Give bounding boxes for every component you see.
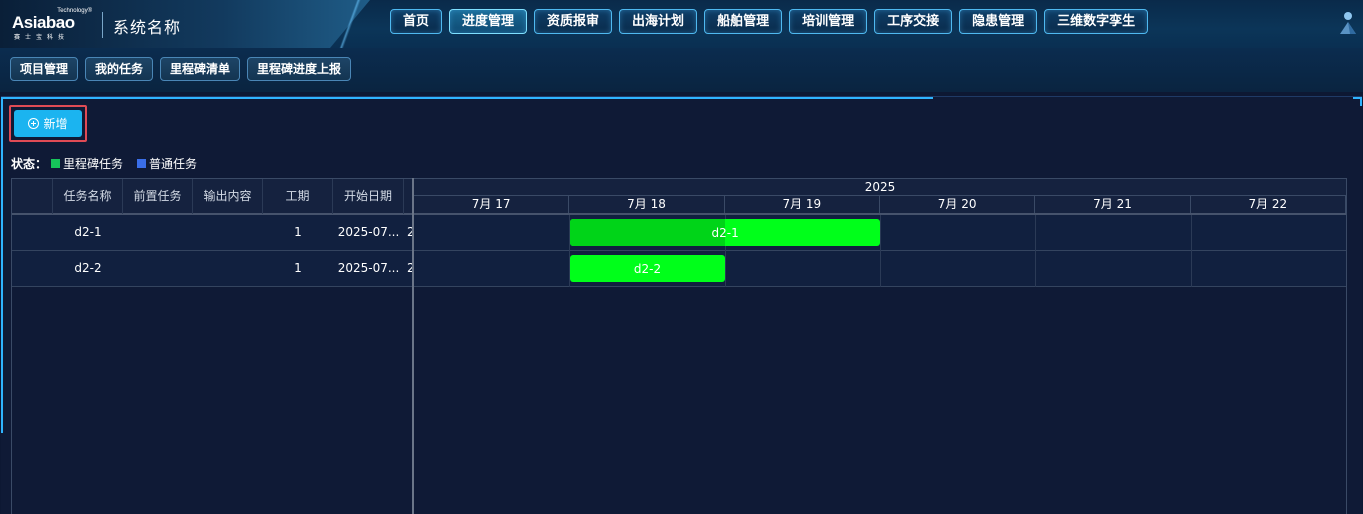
row-start: 2025-07... [337, 225, 400, 239]
timeline-gridline [1190, 215, 1192, 287]
row-predecessor [123, 215, 193, 250]
add-button-label: 新增 [43, 117, 68, 131]
panel-corner-tr [1353, 97, 1362, 106]
nav-progress[interactable]: 进度管理 [449, 9, 528, 34]
table-row[interactable]: d2-1 1 2025-07... 2 [12, 215, 414, 251]
timeline-day-header: 7月 18 [569, 196, 725, 213]
subnav-project[interactable]: 项目管理 [10, 57, 79, 81]
nav-training[interactable]: 培训管理 [789, 9, 868, 34]
plus-circle-icon [28, 118, 40, 129]
timeline-day-header: 7月 20 [880, 196, 1036, 213]
gantt-task-bar[interactable]: d2-2 [570, 255, 725, 282]
grid-header-start[interactable]: 开始日期 [333, 179, 404, 214]
timeline-day-header: 7月 19 [725, 196, 880, 213]
logo-sub-text: 赛士宝科技 [14, 34, 70, 41]
row-start: 2025-07... [337, 261, 400, 275]
nav-sea-plan[interactable]: 出海计划 [619, 9, 698, 34]
grid-header-duration[interactable]: 工期 [263, 179, 333, 214]
timeline-day-header: 7月 22 [1191, 196, 1346, 213]
gantt-task-progress [570, 219, 726, 246]
table-row[interactable]: d2-2 1 2025-07... 2 [12, 251, 414, 287]
row-duration: 1 [294, 261, 302, 275]
status-legend: 状态： 里程碑任务 普通任务 [11, 155, 211, 172]
row-output [193, 251, 263, 286]
system-name: 系统名称 [113, 18, 182, 37]
grid-header: 任务名称 前置任务 输出内容 工期 开始日期 [12, 178, 414, 215]
main-nav: 首页 进度管理 资质报审 出海计划 船舶管理 培训管理 工序交接 隐患管理 三维… [390, 9, 1149, 35]
milestone-swatch [51, 159, 61, 168]
subnav-milestones[interactable]: 里程碑清单 [160, 57, 241, 81]
legend-item-normal: 普通任务 [137, 155, 197, 172]
timeline-right-border [1346, 178, 1347, 514]
nav-digital-twin[interactable]: 三维数字孪生 [1044, 9, 1149, 34]
nav-handover[interactable]: 工序交接 [874, 9, 953, 34]
sub-nav: 项目管理 我的任务 里程碑清单 里程碑进度上报 [10, 57, 352, 81]
timeline-days: 7月 17 7月 18 7月 19 7月 20 7月 21 7月 22 [414, 196, 1346, 215]
user-avatar-icon[interactable] [1338, 10, 1358, 36]
row-duration: 1 [294, 225, 302, 239]
header-divider [102, 12, 103, 38]
timeline-gridline [1035, 215, 1037, 287]
gantt-task-label: d2-2 [633, 261, 662, 276]
nav-hazard[interactable]: 隐患管理 [959, 9, 1038, 34]
nav-qualification[interactable]: 资质报审 [534, 9, 613, 34]
subnav-my-tasks[interactable]: 我的任务 [85, 57, 154, 81]
grid-header-name[interactable]: 任务名称 [53, 179, 123, 214]
add-button-highlight: 新增 [9, 105, 87, 142]
timeline-gridline [880, 215, 881, 287]
company-logo: Technology® Asiabao 赛士宝科技 [10, 8, 92, 41]
normal-swatch [137, 159, 147, 168]
nav-ship[interactable]: 船舶管理 [704, 9, 783, 34]
task-grid: 任务名称 前置任务 输出内容 工期 开始日期 d2-1 1 2025-07...… [11, 178, 414, 514]
legend-label-normal: 普通任务 [149, 157, 198, 171]
legend-title: 状态： [11, 157, 48, 171]
gantt-task-bar[interactable]: d2-1 [570, 219, 880, 246]
row-predecessor [123, 251, 193, 286]
timeline-year: 2025 [414, 178, 1346, 196]
row-name: d2-2 [74, 261, 102, 275]
row-output [193, 215, 263, 250]
nav-home[interactable]: 首页 [390, 9, 443, 34]
grid-header-index [12, 179, 53, 214]
add-button[interactable]: 新增 [14, 110, 82, 137]
timeline-day-header: 7月 21 [1035, 196, 1191, 213]
brand-edge-glow [330, 0, 372, 48]
logo-main-text: Asiabao [12, 13, 75, 32]
gantt-task-label: d2-1 [711, 225, 739, 240]
subnav-milestone-report[interactable]: 里程碑进度上报 [247, 57, 352, 81]
row-name: d2-1 [74, 225, 102, 239]
grid-header-predecessor[interactable]: 前置任务 [123, 179, 193, 214]
timeline-day-header: 7月 17 [414, 196, 570, 213]
legend-label-milestone: 里程碑任务 [63, 157, 124, 171]
grid-header-output[interactable]: 输出内容 [193, 179, 263, 214]
legend-item-milestone: 里程碑任务 [51, 155, 123, 172]
gantt-timeline: 2025 7月 17 7月 18 7月 19 7月 20 7月 21 7月 22 d2-1… [414, 178, 1346, 514]
